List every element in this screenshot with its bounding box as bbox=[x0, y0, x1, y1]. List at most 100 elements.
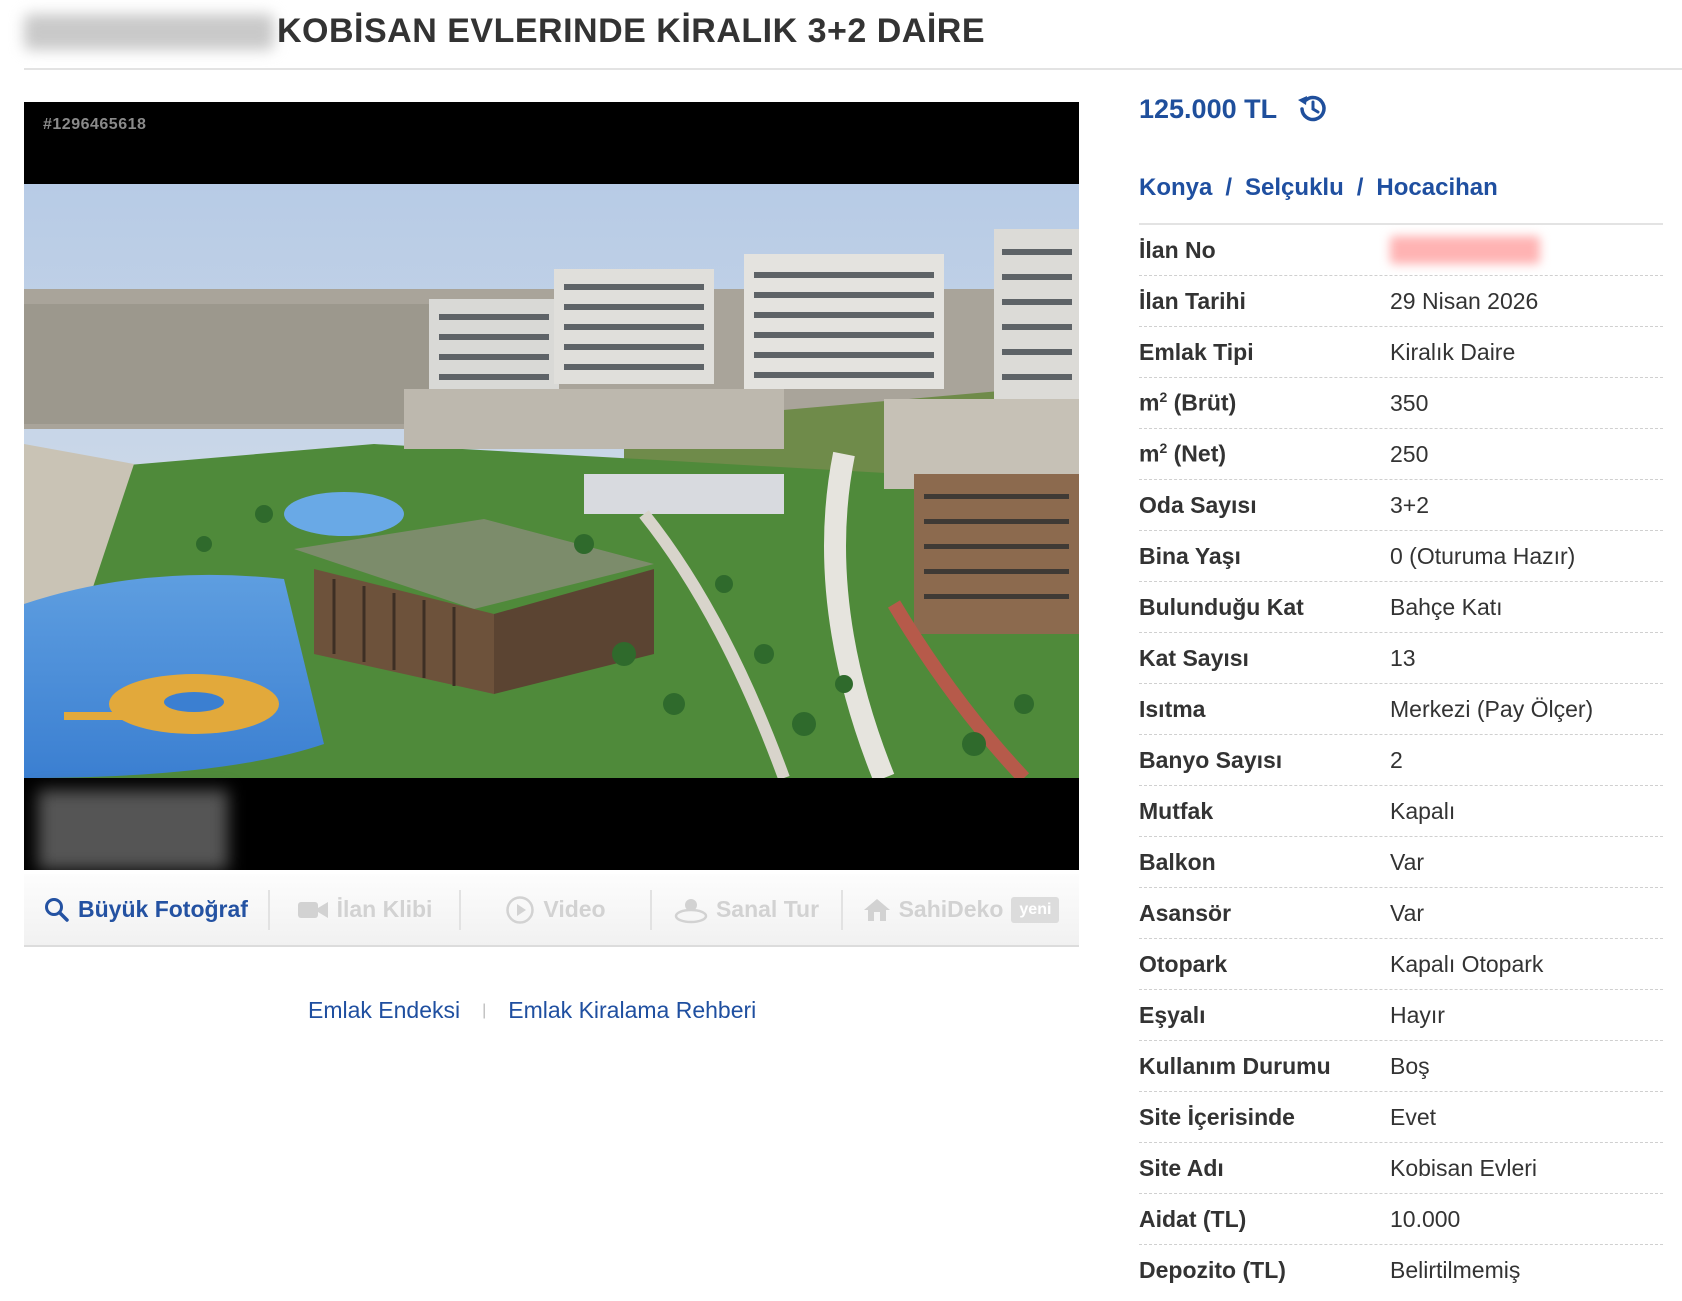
main-photo[interactable]: #1296465618 bbox=[24, 102, 1079, 870]
detail-row: Bulunduğu Kat Bahçe Katı bbox=[1139, 582, 1663, 633]
search-icon bbox=[45, 897, 69, 922]
detail-value: Hayır bbox=[1390, 1001, 1445, 1028]
detail-value: Boş bbox=[1390, 1052, 1430, 1079]
detail-value: Var bbox=[1390, 899, 1425, 926]
detail-value: 10.000 bbox=[1390, 1205, 1461, 1232]
detail-row: Otopark Kapalı Otopark bbox=[1139, 939, 1663, 990]
play-circle-icon bbox=[506, 895, 535, 924]
breadcrumb-separator: / bbox=[1356, 174, 1364, 201]
detail-label: Oda Sayısı bbox=[1139, 491, 1257, 518]
title-bar: KOBİSAN EVLERINDE KİRALIK 3+2 DAİRE bbox=[24, 0, 1682, 70]
detail-value: Kapalı Otopark bbox=[1390, 950, 1544, 977]
redacted-title-prefix bbox=[24, 14, 274, 50]
detail-row: Aidat (TL) 10.000 bbox=[1139, 1194, 1663, 1245]
360-view-icon bbox=[674, 898, 708, 923]
tab-large-photo-label: Büyük Fotoğraf bbox=[78, 896, 248, 922]
listing-details: İlan No İlan Tarihi 29 Nisan 2026 Emlak … bbox=[1139, 223, 1663, 1296]
detail-row: Emlak Tipi Kiralık Daire bbox=[1139, 327, 1663, 378]
detail-label: Otopark bbox=[1139, 950, 1228, 977]
detail-value: Kapalı bbox=[1390, 797, 1456, 824]
listing-title: KOBİSAN EVLERINDE KİRALIK 3+2 DAİRE bbox=[277, 12, 985, 50]
detail-label-rest: (Brüt) bbox=[1167, 389, 1237, 416]
detail-value: 250 bbox=[1390, 440, 1429, 467]
detail-value: 2 bbox=[1390, 746, 1403, 773]
detail-label: Bulunduğu Kat bbox=[1139, 593, 1304, 620]
detail-row: İlan Tarihi 29 Nisan 2026 bbox=[1139, 276, 1663, 327]
detail-label-rest: (Net) bbox=[1167, 440, 1227, 467]
detail-label: Asansör bbox=[1139, 899, 1232, 926]
redacted-listing-number bbox=[1390, 236, 1540, 264]
detail-label: Aidat (TL) bbox=[1139, 1205, 1247, 1232]
detail-label: Site Adı bbox=[1139, 1154, 1224, 1181]
detail-label: Emlak Tipi bbox=[1139, 338, 1254, 365]
detail-value: 29 Nisan 2026 bbox=[1390, 287, 1539, 314]
detail-row: Mutfak Kapalı bbox=[1139, 786, 1663, 837]
detail-row: m2 (Net) 250 bbox=[1139, 429, 1663, 480]
detail-label: Depozito (TL) bbox=[1139, 1257, 1286, 1283]
detail-row: Oda Sayısı 3+2 bbox=[1139, 480, 1663, 531]
breadcrumb-separator: / bbox=[1225, 174, 1233, 201]
detail-row: Isıtma Merkezi (Pay Ölçer) bbox=[1139, 684, 1663, 735]
detail-row: Balkon Var bbox=[1139, 837, 1663, 888]
detail-row: Asansör Var bbox=[1139, 888, 1663, 939]
detail-label: Banyo Sayısı bbox=[1139, 746, 1283, 773]
detail-label: Mutfak bbox=[1139, 797, 1214, 824]
detail-label: Kullanım Durumu bbox=[1139, 1052, 1331, 1079]
detail-row: Eşyalı Hayır bbox=[1139, 990, 1663, 1041]
tab-large-photo[interactable]: Büyük Fotoğraf bbox=[24, 889, 270, 930]
listing-photo bbox=[24, 184, 1079, 778]
detail-label: Balkon bbox=[1139, 848, 1216, 875]
tab-video-label: Video bbox=[543, 896, 606, 922]
detail-label: Eşyalı bbox=[1139, 1001, 1206, 1028]
detail-row: m2 (Brüt) 350 bbox=[1139, 378, 1663, 429]
breadcrumb-district[interactable]: Selçuklu bbox=[1245, 174, 1344, 202]
link-separator: | bbox=[482, 1001, 487, 1019]
bottom-links: Emlak Endeksi | Emlak Kiralama Rehberi bbox=[308, 997, 756, 1024]
detail-value: Evet bbox=[1390, 1103, 1437, 1130]
detail-value: Kobisan Evleri bbox=[1390, 1154, 1538, 1181]
detail-value: 350 bbox=[1390, 389, 1429, 416]
tab-virtual-tour[interactable]: Sanal Tur bbox=[652, 889, 843, 930]
price-row: 125.000 TL bbox=[1139, 92, 1331, 126]
history-icon[interactable] bbox=[1295, 92, 1331, 126]
tab-listing-clip-label: İlan Klibi bbox=[336, 896, 433, 922]
tab-listing-clip[interactable]: İlan Klibi bbox=[270, 889, 461, 930]
detail-label: Site İçerisinde bbox=[1139, 1103, 1295, 1130]
detail-label: Kat Sayısı bbox=[1139, 644, 1249, 671]
detail-label-main: m bbox=[1139, 389, 1160, 416]
detail-label: İlan No bbox=[1139, 236, 1216, 263]
tab-sahideko-label: SahiDeko bbox=[898, 896, 1004, 922]
price: 125.000 TL bbox=[1139, 93, 1278, 124]
detail-value: Bahçe Katı bbox=[1390, 593, 1503, 620]
video-camera-icon bbox=[297, 901, 328, 918]
detail-row: Bina Yaşı 0 (Oturuma Hazır) bbox=[1139, 531, 1663, 582]
detail-label: İlan Tarihi bbox=[1139, 287, 1246, 314]
photo-id-overlay: #1296465618 bbox=[43, 116, 147, 133]
detail-value: 13 bbox=[1390, 644, 1416, 671]
detail-row: Site Adı Kobisan Evleri bbox=[1139, 1143, 1663, 1194]
location-breadcrumb: Konya / Selçuklu / Hocacihan bbox=[1139, 174, 1498, 202]
breadcrumb-neighborhood[interactable]: Hocacihan bbox=[1376, 174, 1497, 202]
emlak-endeksi-link[interactable]: Emlak Endeksi bbox=[308, 997, 460, 1024]
rental-guide-link[interactable]: Emlak Kiralama Rehberi bbox=[508, 997, 756, 1024]
new-badge: yeni bbox=[1011, 896, 1060, 923]
detail-row: Kat Sayısı 13 bbox=[1139, 633, 1663, 684]
detail-label: m2 (Brüt) bbox=[1139, 389, 1390, 417]
tab-virtual-tour-label: Sanal Tur bbox=[715, 896, 820, 922]
detail-row: Banyo Sayısı 2 bbox=[1139, 735, 1663, 786]
detail-row: İlan No bbox=[1139, 225, 1663, 276]
breadcrumb-city[interactable]: Konya bbox=[1139, 174, 1212, 202]
detail-label: m2 (Net) bbox=[1139, 440, 1390, 468]
tab-video[interactable]: Video bbox=[461, 889, 652, 930]
detail-row: Kullanım Durumu Boş bbox=[1139, 1041, 1663, 1092]
detail-value: Kiralık Daire bbox=[1390, 338, 1516, 365]
photo-tab-bar: Büyük Fotoğraf İlan Klibi Video Sanal Tu… bbox=[24, 874, 1079, 947]
detail-label: Bina Yaşı bbox=[1139, 542, 1241, 569]
detail-value: 3+2 bbox=[1390, 491, 1430, 518]
detail-label-main: m bbox=[1139, 440, 1160, 467]
tab-sahideko[interactable]: SahiDeko yeni bbox=[843, 890, 1079, 930]
detail-value: 0 (Oturuma Hazır) bbox=[1390, 542, 1576, 569]
detail-row: Site İçerisinde Evet bbox=[1139, 1092, 1663, 1143]
home-icon bbox=[863, 898, 890, 921]
redacted-logo bbox=[38, 790, 228, 870]
